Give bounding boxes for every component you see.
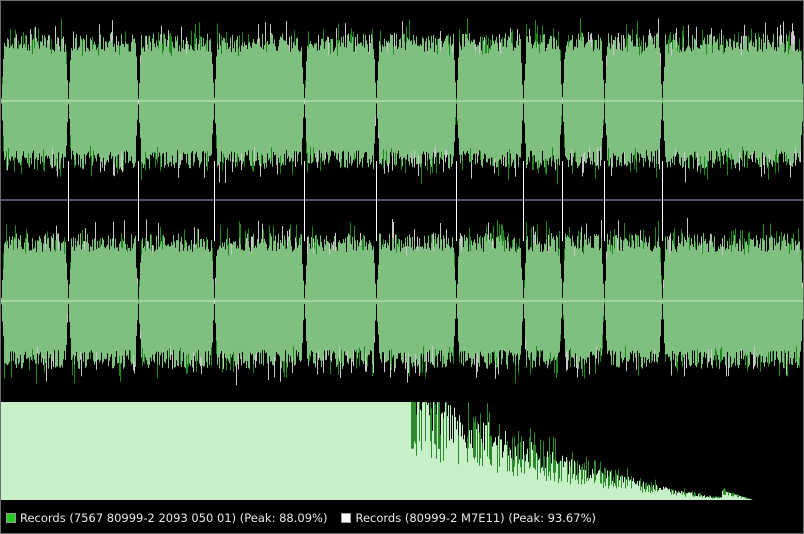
waveform-channel-right <box>1 217 803 386</box>
legend-swatch-white <box>341 513 352 523</box>
legend-label-second-record: Records (80999-2 M7E11) (Peak: 93.67%) <box>355 511 596 525</box>
legend-item-first-record: Records (7567 80999-2 2093 050 01) (Peak… <box>6 511 327 525</box>
audio-comparison-window: Records (7567 80999-2 2093 050 01) (Peak… <box>0 0 804 534</box>
waveform-channel-left <box>1 17 803 185</box>
waveform-display <box>1 17 803 500</box>
frequency-spectrum <box>1 402 753 500</box>
legend-item-second-record: Records (80999-2 M7E11) (Peak: 93.67%) <box>341 511 596 525</box>
legend-label-first-record: Records (7567 80999-2 2093 050 01) (Peak… <box>20 511 328 525</box>
track-markers <box>68 161 663 241</box>
legend-bar: Records (7567 80999-2 2093 050 01) (Peak… <box>1 507 803 529</box>
legend-swatch-green <box>6 513 16 523</box>
